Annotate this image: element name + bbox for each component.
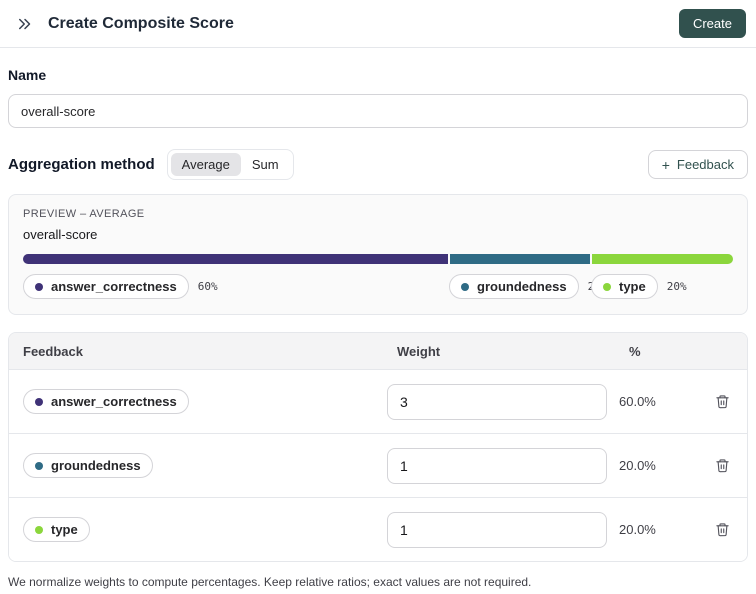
feedback-color-dot-icon <box>35 461 43 470</box>
weight-input[interactable] <box>387 511 607 548</box>
feedback-chip: type <box>23 517 90 542</box>
legend-percent: 60% <box>197 280 218 293</box>
aggregation-toggle: Average Sum <box>166 149 294 180</box>
stacked-bar-legend: answer_correctness 60% groundedness 20% … <box>23 274 733 300</box>
weight-input[interactable] <box>387 447 607 484</box>
bar-segment-groundedness <box>449 254 591 264</box>
delete-row-button[interactable] <box>710 390 734 414</box>
column-header-percent: % <box>629 343 641 359</box>
add-feedback-button[interactable]: + Feedback <box>647 150 748 179</box>
trash-icon <box>715 395 729 409</box>
aggregation-row: Aggregation method Average Sum + Feedback <box>8 149 748 180</box>
legend-label: groundedness <box>477 279 567 294</box>
feedback-weights-table: Feedback Weight % answer_correctness 60.… <box>8 332 748 562</box>
main-content: Name Aggregation method AverageSum + Fee… <box>0 67 756 589</box>
feedback-color-dot-icon <box>35 397 43 406</box>
legend-color-dot-icon <box>461 282 469 291</box>
preview-panel: PREVIEW – AVERAGE overall-score answer_c… <box>8 194 748 315</box>
trash-icon <box>715 459 729 473</box>
plus-icon: + <box>661 156 670 173</box>
legend-chip: answer_correctness <box>23 274 189 299</box>
page-title: Create Composite Score <box>48 14 234 32</box>
computed-percent: 60.0% <box>619 394 656 409</box>
double-chevron-right-icon[interactable] <box>12 11 38 37</box>
table-row: groundedness 20.0% <box>9 433 747 497</box>
preview-eyebrow: PREVIEW – AVERAGE <box>23 208 145 220</box>
aggregation-option-sum[interactable]: Sum <box>241 153 290 176</box>
legend-label: type <box>619 279 646 294</box>
column-header-feedback: Feedback <box>23 343 83 359</box>
normalization-note: We normalize weights to compute percenta… <box>8 575 532 589</box>
name-input[interactable] <box>8 94 748 128</box>
bar-segment-type <box>592 254 733 264</box>
trash-icon <box>715 523 729 537</box>
weight-input[interactable] <box>387 383 607 420</box>
bar-segment-answer_correctness <box>23 254 448 264</box>
feedback-chip: answer_correctness <box>23 389 189 414</box>
legend-percent: 20% <box>666 280 687 293</box>
aggregation-option-average[interactable]: Average <box>170 153 241 176</box>
create-button[interactable]: Create <box>678 9 746 38</box>
legend-item: answer_correctness 60% <box>23 274 218 299</box>
computed-percent: 20.0% <box>619 522 656 537</box>
column-header-weight: Weight <box>397 343 441 359</box>
legend-item: type 20% <box>591 274 687 299</box>
delete-row-button[interactable] <box>710 518 734 542</box>
computed-percent: 20.0% <box>619 458 656 473</box>
preview-score-name: overall-score <box>23 227 98 242</box>
legend-color-dot-icon <box>35 282 43 291</box>
feedback-name: type <box>51 522 78 537</box>
composite-score-stacked-bar <box>23 254 733 264</box>
feedback-color-dot-icon <box>35 525 43 534</box>
add-feedback-label: Feedback <box>676 157 734 172</box>
legend-color-dot-icon <box>603 282 611 291</box>
aggregation-method-label: Aggregation method <box>8 156 155 173</box>
delete-row-button[interactable] <box>710 454 734 478</box>
legend-label: answer_correctness <box>51 279 177 294</box>
top-bar: Create Composite Score Create <box>0 0 756 48</box>
table-row: type 20.0% <box>9 497 747 561</box>
table-header-row: Feedback Weight % <box>9 333 747 369</box>
legend-item: groundedness 20% <box>449 274 607 299</box>
name-label: Name <box>8 67 47 83</box>
legend-chip: type <box>591 274 658 299</box>
legend-chip: groundedness <box>449 274 579 299</box>
table-row: answer_correctness 60.0% <box>9 369 747 433</box>
feedback-name: groundedness <box>51 458 141 473</box>
feedback-name: answer_correctness <box>51 394 177 409</box>
feedback-chip: groundedness <box>23 453 153 478</box>
